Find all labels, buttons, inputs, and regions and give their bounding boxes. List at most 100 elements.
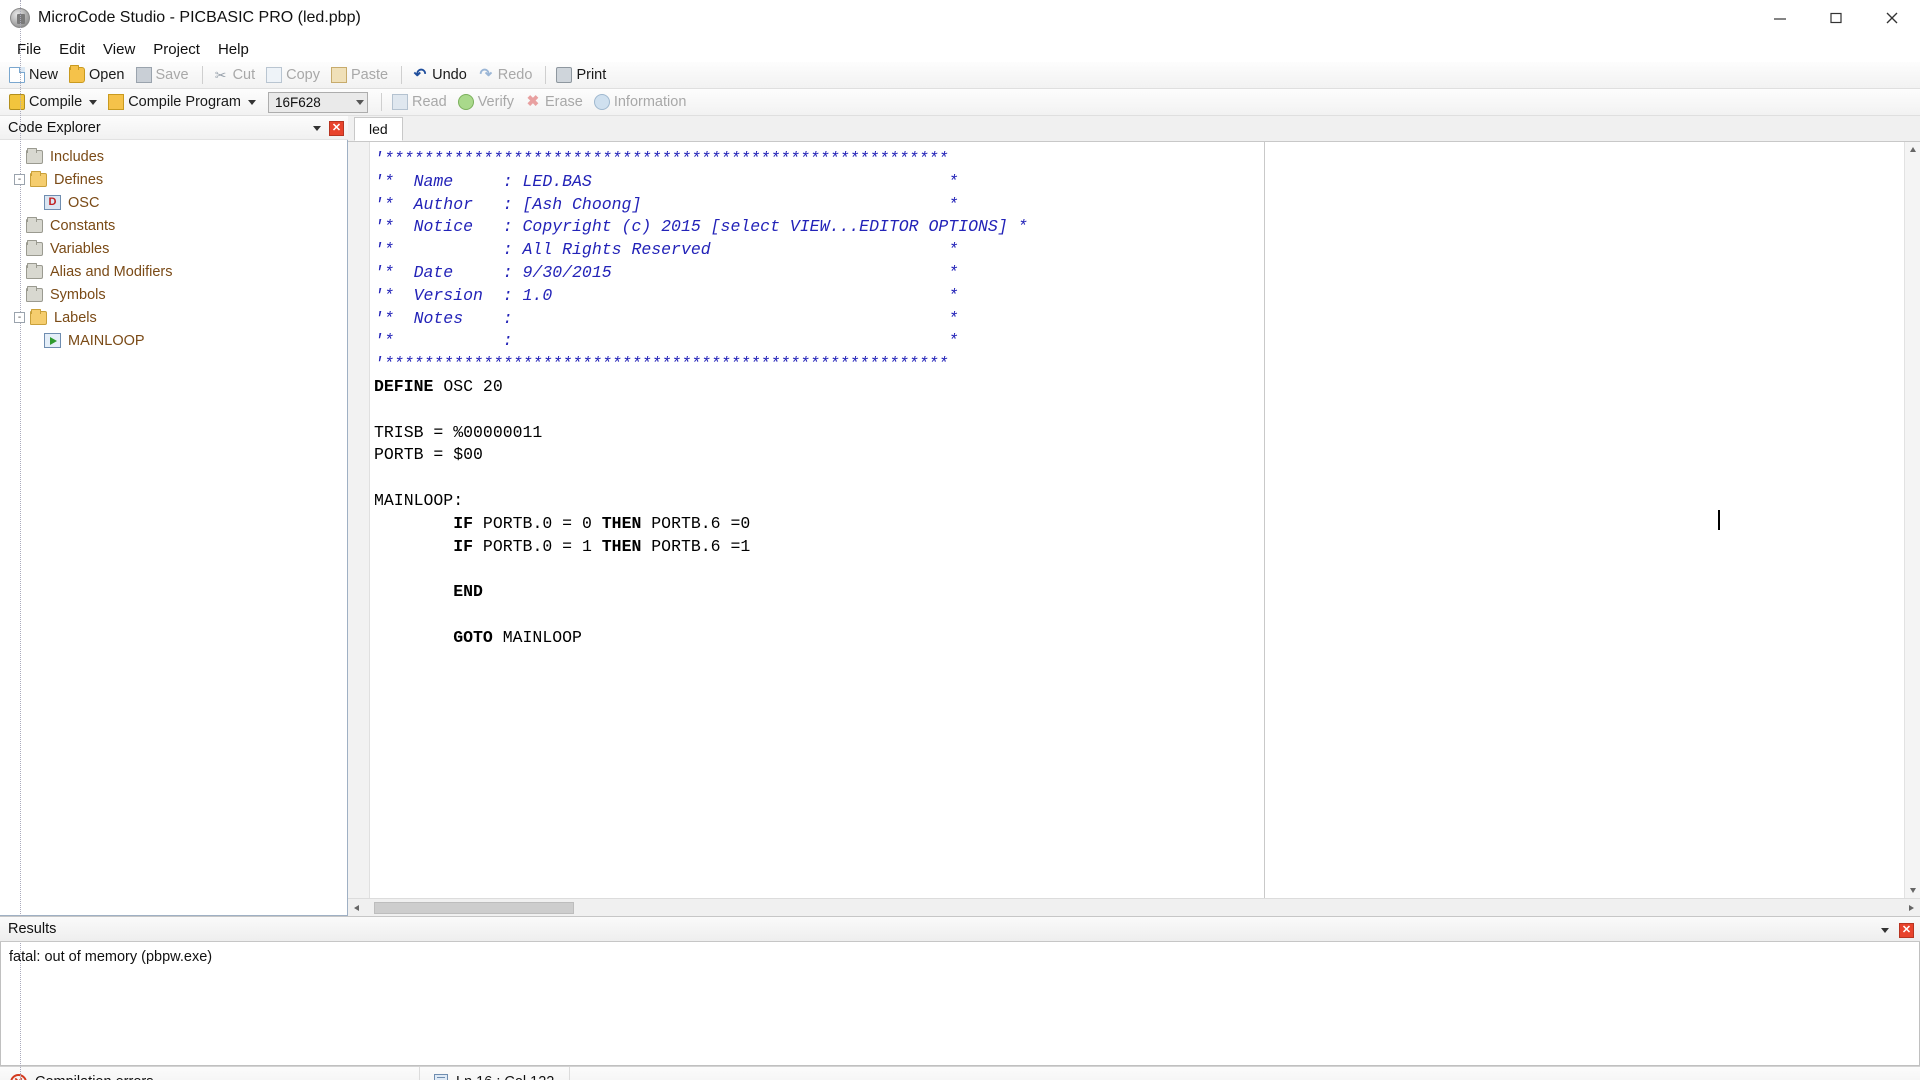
code-span: '***************************************…: [374, 149, 949, 168]
tree-item-defines[interactable]: - Defines: [0, 168, 347, 191]
read-button-label: Read: [412, 94, 447, 110]
new-button[interactable]: New: [6, 64, 64, 87]
status-compilation-cell: ✕ Compilation errors: [0, 1066, 420, 1080]
device-select[interactable]: 16F628: [268, 91, 369, 113]
erase-button[interactable]: ✖ Erase: [522, 91, 589, 114]
code-span: GOTO: [453, 627, 493, 647]
status-error-text: Compilation errors: [35, 1074, 153, 1080]
menu-item-view[interactable]: View: [94, 39, 144, 60]
chevron-down-icon[interactable]: [313, 125, 321, 131]
hscroll-thumb[interactable]: [374, 901, 574, 914]
results-header: Results ✕: [0, 916, 1920, 942]
tree-item-variables[interactable]: Variables: [0, 237, 347, 260]
minimize-icon[interactable]: [1752, 0, 1808, 36]
copy-button-label: Copy: [286, 67, 320, 83]
maximize-icon[interactable]: [1808, 0, 1864, 36]
tree-item-symbols[interactable]: Symbols: [0, 283, 347, 306]
scroll-left-icon[interactable]: [348, 899, 366, 916]
window-controls: [1752, 0, 1920, 36]
text-caret: [1718, 510, 1720, 530]
code-line: TRISB = %00000011: [374, 422, 1920, 445]
tree-item-label: Includes: [50, 148, 105, 165]
verify-check-icon: [457, 94, 474, 110]
code-line: END: [374, 581, 1920, 604]
compile-program-label: Compile Program: [128, 94, 242, 110]
scroll-up-icon[interactable]: [1905, 142, 1920, 158]
editor-surface: '***************************************…: [348, 142, 1920, 898]
close-icon[interactable]: ✕: [329, 120, 344, 136]
redo-arrow-icon: ↷: [479, 66, 493, 83]
menu-item-file[interactable]: File: [8, 39, 50, 60]
close-icon[interactable]: [1864, 0, 1920, 36]
tree-item-alias-and-modifiers[interactable]: Alias and Modifiers: [0, 260, 347, 283]
code-span: '* Notice : Copyright (c) 2015 [select V…: [374, 217, 1028, 237]
cut-button[interactable]: ✂ Cut: [210, 64, 262, 87]
menu-item-edit[interactable]: Edit: [50, 39, 94, 60]
folder-closed-icon: [26, 262, 43, 279]
code-line: DEFINE OSC 20: [374, 376, 1920, 399]
read-button[interactable]: Read: [389, 91, 453, 114]
code-span: TRISB = %00000011: [374, 422, 543, 442]
menu-item-project[interactable]: Project: [144, 39, 209, 60]
code-explorer-tree[interactable]: Includes - Defines D OSC Constants Varia…: [0, 0, 348, 1080]
print-button-label: Print: [576, 67, 607, 83]
code-line: '* Version : 1.0 *: [374, 285, 1920, 308]
copy-button[interactable]: Copy: [263, 64, 326, 87]
tree-item-mainloop[interactable]: MAINLOOP: [0, 329, 347, 352]
editor-gutter[interactable]: [348, 142, 370, 898]
code-span: [374, 582, 453, 601]
redo-button[interactable]: ↷ Redo: [475, 64, 539, 87]
scroll-down-icon[interactable]: [1905, 882, 1920, 898]
print-button[interactable]: Print: [553, 64, 612, 87]
chevron-down-icon[interactable]: [89, 99, 98, 105]
tree-item-labels[interactable]: - Labels: [0, 306, 347, 329]
hscroll-track[interactable]: [366, 899, 1902, 916]
tree-item-includes[interactable]: Includes: [0, 145, 347, 168]
editor-vertical-scrollbar[interactable]: [1904, 142, 1920, 898]
scroll-right-icon[interactable]: [1902, 899, 1920, 916]
read-chip-icon: [392, 94, 409, 110]
paste-icon: [331, 67, 347, 83]
code-line: GOTO MAINLOOP: [374, 627, 1920, 650]
code-explorer-title: Code Explorer: [8, 119, 101, 136]
menu-item-help[interactable]: Help: [209, 39, 258, 60]
tree-item-constants[interactable]: Constants: [0, 214, 347, 237]
compile-gear-icon: [9, 94, 25, 110]
results-output[interactable]: fatal: out of memory (pbpw.exe): [0, 942, 1920, 1066]
open-folder-icon: [69, 65, 86, 83]
copy-icon: [266, 67, 283, 83]
code-span: PORTB.0 = 1: [473, 536, 602, 556]
save-button[interactable]: Save: [133, 64, 195, 87]
undo-button[interactable]: ↶ Undo: [409, 64, 473, 87]
save-button-label: Save: [155, 67, 189, 83]
chevron-down-icon[interactable]: [248, 99, 257, 105]
code-span: [374, 514, 453, 533]
tree-item-osc[interactable]: D OSC: [0, 191, 347, 214]
editor-tabstrip: led: [348, 116, 1920, 142]
tab-led[interactable]: led: [354, 117, 403, 141]
code-text[interactable]: '***************************************…: [370, 142, 1920, 898]
code-span: THEN: [601, 536, 642, 556]
code-explorer-panel: Code Explorer ✕ Includes - Defines D OSC: [0, 0, 348, 1080]
information-button[interactable]: Information: [591, 91, 693, 114]
verify-button[interactable]: Verify: [455, 91, 520, 114]
paste-button[interactable]: Paste: [328, 64, 394, 87]
folder-open-icon: [30, 308, 47, 325]
open-button[interactable]: Open: [66, 64, 130, 87]
close-icon[interactable]: ✕: [1899, 922, 1914, 938]
tree-item-label: Labels: [54, 309, 97, 326]
compile-program-button[interactable]: Compile Program: [105, 91, 262, 114]
tree-item-label: Symbols: [50, 286, 106, 303]
error-circle-icon: ✕: [10, 1073, 27, 1080]
tree-collapse-icon[interactable]: -: [14, 174, 25, 185]
chevron-down-icon[interactable]: [1881, 927, 1889, 933]
information-icon: [593, 94, 610, 110]
tree-item-label: Alias and Modifiers: [50, 263, 173, 280]
tree-collapse-icon[interactable]: -: [14, 312, 25, 323]
code-explorer-header-buttons: ✕: [313, 116, 344, 140]
code-span: '* Author : [Ash Choong] *: [374, 194, 959, 214]
code-span: IF: [453, 536, 474, 556]
code-span: END: [453, 582, 483, 602]
editor-horizontal-scrollbar[interactable]: [348, 898, 1920, 916]
